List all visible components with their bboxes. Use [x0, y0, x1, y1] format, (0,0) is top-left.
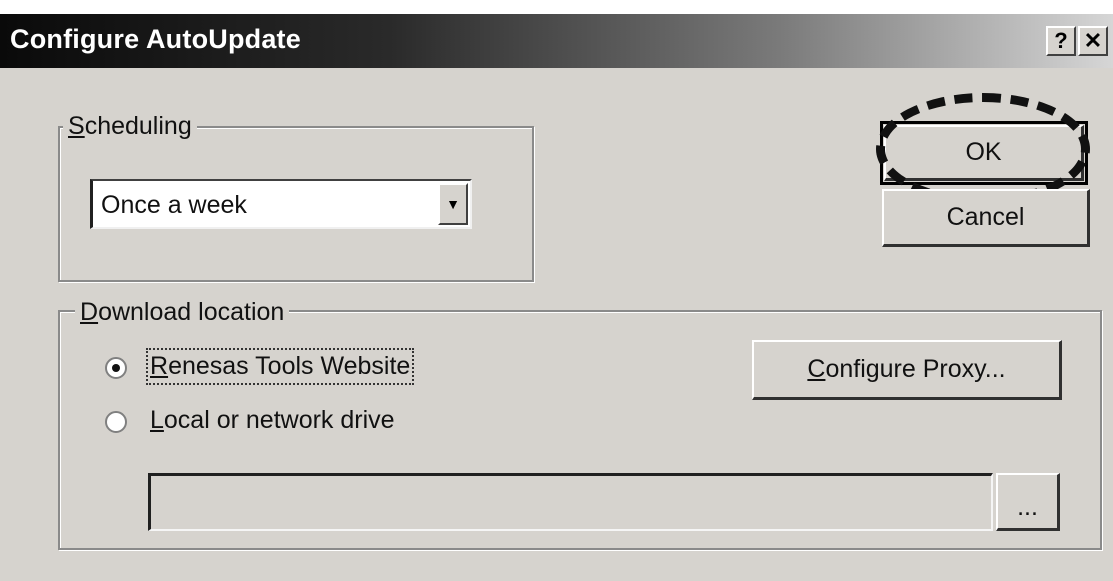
scheduling-label: Scheduling [63, 112, 197, 140]
browse-button-label: ... [1017, 493, 1038, 521]
ok-button[interactable]: OK [884, 125, 1084, 181]
help-button[interactable]: ? [1046, 26, 1076, 56]
configure-autoupdate-dialog: Configure AutoUpdate ? ✕ Scheduling Once… [0, 14, 1113, 581]
title-bar[interactable]: Configure AutoUpdate ? ✕ [0, 14, 1113, 68]
dropdown-arrow-button[interactable]: ▼ [438, 183, 468, 225]
close-icon: ✕ [1083, 28, 1103, 53]
scheduling-selected-value: Once a week [101, 191, 247, 219]
help-icon: ? [1054, 28, 1068, 53]
window-title: Configure AutoUpdate [10, 24, 301, 54]
cancel-button[interactable]: Cancel [882, 189, 1090, 247]
ok-button-label: OK [965, 138, 1002, 166]
configure-proxy-button-label: Configure Proxy... [807, 355, 1006, 383]
cancel-button-label: Cancel [946, 203, 1025, 231]
radio-local-network-drive[interactable] [105, 411, 127, 433]
radio-label-renesas-website[interactable]: Renesas Tools Website [145, 348, 415, 385]
local-path-input[interactable] [148, 473, 993, 531]
close-button[interactable]: ✕ [1078, 26, 1108, 56]
radio-renesas-website[interactable] [105, 357, 127, 379]
browse-button[interactable]: ... [996, 473, 1060, 531]
download-location-label: Download location [75, 298, 290, 326]
radio-label-local-network-drive[interactable]: Local or network drive [150, 406, 395, 435]
scheduling-dropdown[interactable]: Once a week ▼ [90, 179, 472, 229]
configure-proxy-button[interactable]: Configure Proxy... [752, 340, 1062, 400]
chevron-down-icon: ▼ [446, 196, 460, 212]
